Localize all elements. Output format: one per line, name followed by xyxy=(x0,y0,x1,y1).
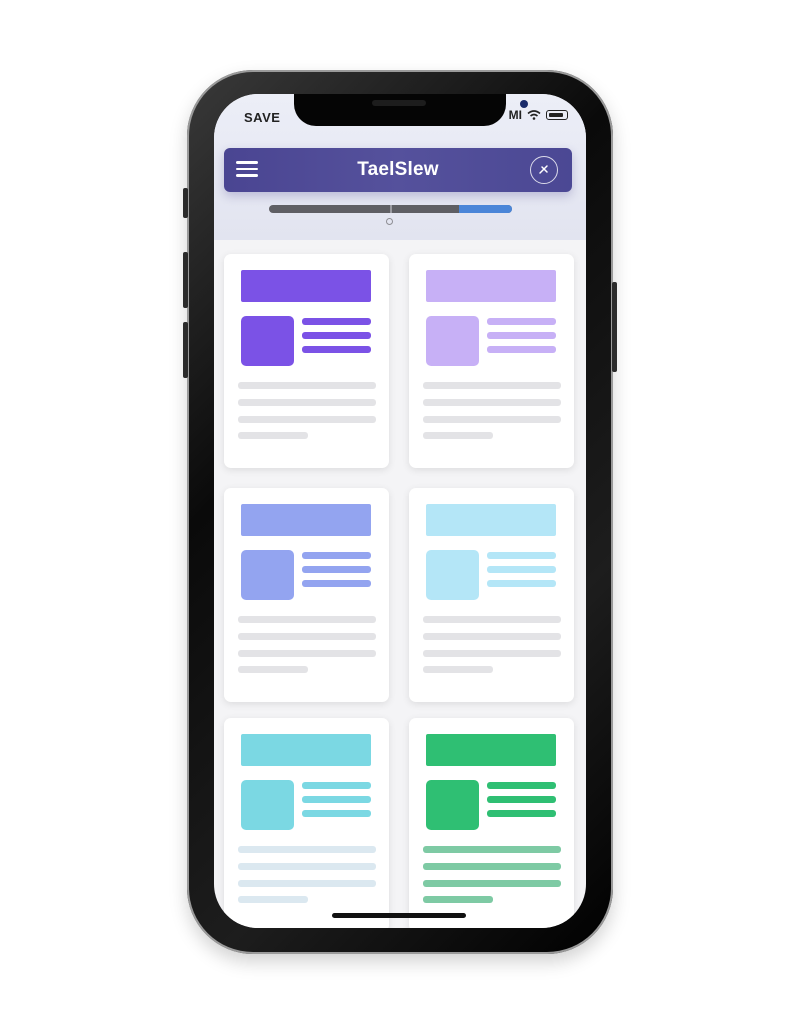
card-text-line xyxy=(423,416,561,423)
card-banner xyxy=(426,734,556,766)
app-bar: TaelSlew xyxy=(224,148,572,192)
card-text-line xyxy=(238,432,308,439)
card-text-line xyxy=(423,896,493,903)
card-detail-line xyxy=(302,332,371,339)
progress-fill xyxy=(458,205,512,213)
card-detail-line xyxy=(487,580,556,587)
card-text-line xyxy=(238,633,376,640)
card-thumbnail xyxy=(241,780,294,830)
card-detail-line xyxy=(302,782,371,789)
status-icons: MI xyxy=(509,108,568,122)
card-detail-line xyxy=(302,346,371,353)
home-indicator[interactable] xyxy=(332,913,466,918)
card-detail-line xyxy=(487,810,556,817)
front-camera xyxy=(520,100,528,108)
card-detail-line xyxy=(487,566,556,573)
progress-marker xyxy=(390,205,392,213)
card-text-line xyxy=(423,666,493,673)
user-action-icon[interactable] xyxy=(530,156,558,184)
content-card[interactable] xyxy=(224,718,389,928)
card-detail-line xyxy=(487,782,556,789)
card-banner xyxy=(241,504,371,536)
card-detail-line xyxy=(487,552,556,559)
progress-bar[interactable] xyxy=(269,205,512,213)
card-text-line xyxy=(423,616,561,623)
card-detail-line xyxy=(302,552,371,559)
card-detail-line xyxy=(487,332,556,339)
content-card[interactable] xyxy=(409,488,574,702)
card-text-line xyxy=(423,863,561,870)
card-text-line xyxy=(238,650,376,657)
speaker xyxy=(372,100,426,106)
card-text-line xyxy=(238,416,376,423)
battery-icon xyxy=(546,110,568,120)
progress-dot xyxy=(386,218,393,225)
card-detail-line xyxy=(487,796,556,803)
card-banner xyxy=(426,270,556,302)
card-text-line xyxy=(423,650,561,657)
card-text-line xyxy=(238,616,376,623)
card-detail-line xyxy=(302,796,371,803)
wifi-icon xyxy=(527,110,541,120)
signal-label: MI xyxy=(508,108,522,122)
card-detail-line xyxy=(487,346,556,353)
card-text-line xyxy=(238,896,308,903)
action-glyph xyxy=(539,165,548,174)
card-detail-line xyxy=(302,580,371,587)
card-text-line xyxy=(423,399,561,406)
side-button-power xyxy=(612,282,617,372)
side-button-volume-down xyxy=(183,322,188,378)
side-button-mute xyxy=(183,188,188,218)
content-card[interactable] xyxy=(224,254,389,468)
card-text-line xyxy=(238,382,376,389)
card-text-line xyxy=(423,432,493,439)
header-area: SAVE MI TaelSlew xyxy=(214,94,586,240)
content-card[interactable] xyxy=(409,718,574,928)
card-text-line xyxy=(423,633,561,640)
card-thumbnail xyxy=(426,550,479,600)
card-detail-line xyxy=(302,566,371,573)
card-thumbnail xyxy=(426,316,479,366)
app-title: TaelSlew xyxy=(357,159,439,180)
content-card[interactable] xyxy=(224,488,389,702)
card-banner xyxy=(426,504,556,536)
card-text-line xyxy=(423,846,561,853)
card-text-line xyxy=(238,846,376,853)
card-thumbnail xyxy=(426,780,479,830)
status-time: SAVE xyxy=(244,110,281,125)
notch xyxy=(294,94,528,126)
card-text-line xyxy=(238,666,308,673)
content-card[interactable] xyxy=(409,254,574,468)
card-banner xyxy=(241,270,371,302)
screen: SAVE MI TaelSlew xyxy=(214,94,586,928)
card-thumbnail xyxy=(241,550,294,600)
card-detail-line xyxy=(487,318,556,325)
card-text-line xyxy=(423,382,561,389)
side-button-volume-up xyxy=(183,252,188,308)
card-thumbnail xyxy=(241,316,294,366)
card-text-line xyxy=(238,399,376,406)
card-banner xyxy=(241,734,371,766)
card-detail-line xyxy=(302,318,371,325)
card-text-line xyxy=(423,880,561,887)
card-text-line xyxy=(238,863,376,870)
card-text-line xyxy=(238,880,376,887)
card-detail-line xyxy=(302,810,371,817)
